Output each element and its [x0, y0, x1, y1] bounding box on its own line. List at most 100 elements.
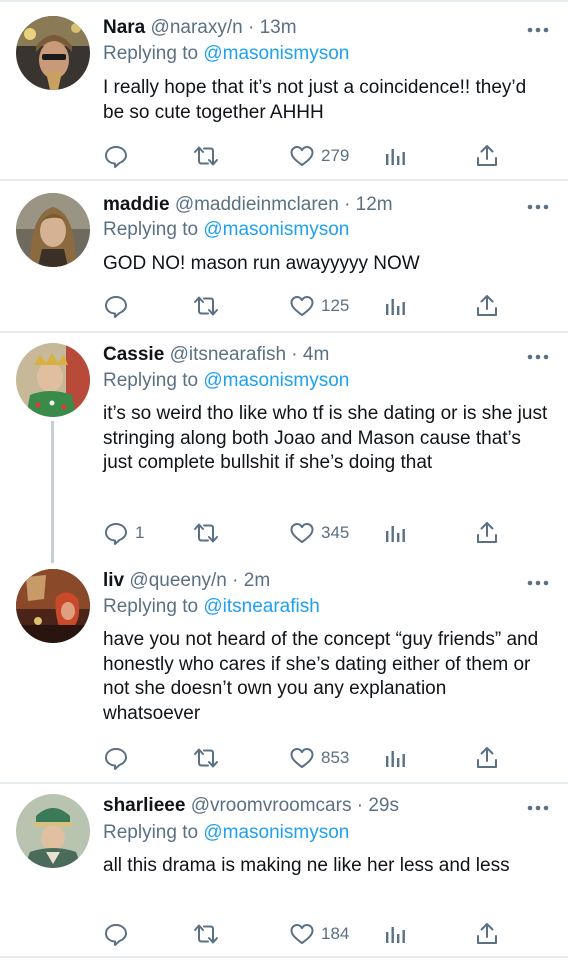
retweet-button[interactable] — [191, 920, 227, 948]
user-handle[interactable]: @naraxy/n — [151, 17, 243, 38]
action-bar: 279 — [103, 142, 523, 170]
reply-button[interactable] — [103, 292, 135, 320]
reply-icon — [105, 146, 127, 168]
reply-icon — [105, 748, 127, 770]
reply-tweet[interactable]: sharlieee @vroomvroomcars · 29s Replying… — [0, 784, 568, 960]
user-handle[interactable]: @itsnearafish — [170, 344, 286, 365]
replying-to: Replying to @masonismyson — [103, 369, 349, 393]
tweet-header: maddie @maddieinmclaren · 12m — [103, 193, 393, 217]
more-icon[interactable] — [524, 798, 552, 818]
reply-icon — [105, 296, 127, 318]
retweet-icon — [194, 748, 218, 768]
avatar[interactable] — [16, 569, 90, 643]
share-icon — [477, 145, 497, 166]
user-handle[interactable]: @queeny/n — [129, 570, 226, 591]
action-bar: 125 — [103, 292, 523, 320]
mention-link[interactable]: @masonismyson — [203, 370, 349, 391]
display-name[interactable]: Nara — [103, 17, 145, 38]
analytics-button[interactable] — [383, 744, 407, 772]
mention-link[interactable]: @masonismyson — [203, 43, 349, 64]
timestamp[interactable]: 12m — [356, 194, 393, 215]
replying-to-label: Replying to — [103, 370, 199, 391]
retweet-button[interactable] — [191, 744, 227, 772]
replying-to: Replying to @masonismyson — [103, 218, 349, 242]
like-button[interactable]: 345 — [289, 519, 349, 547]
retweet-icon — [194, 924, 218, 944]
analytics-icon — [386, 927, 405, 943]
retweet-icon — [194, 296, 218, 316]
more-icon[interactable] — [524, 347, 552, 367]
display-name[interactable]: liv — [103, 570, 124, 591]
separator-dot: · — [356, 795, 364, 816]
replying-to: Replying to @masonismyson — [103, 42, 349, 66]
avatar[interactable] — [16, 16, 90, 90]
retweet-button[interactable] — [191, 142, 227, 170]
like-icon — [290, 748, 314, 768]
reply-button[interactable] — [103, 920, 135, 948]
timestamp[interactable]: 13m — [260, 17, 297, 38]
like-button[interactable]: 184 — [289, 920, 349, 948]
like-icon — [290, 146, 314, 166]
avatar[interactable] — [16, 343, 90, 417]
timestamp[interactable]: 2m — [244, 570, 270, 591]
tweet-text: GOD NO! mason run awayyyyy NOW — [103, 253, 420, 274]
timestamp[interactable]: 4m — [303, 344, 329, 365]
analytics-button[interactable] — [383, 519, 407, 547]
like-count: 125 — [321, 296, 350, 315]
like-count: 345 — [321, 523, 350, 542]
tweet-text: have you not heard of the concept “guy f… — [103, 629, 539, 724]
reply-icon — [105, 523, 127, 545]
display-name[interactable]: Cassie — [103, 344, 164, 365]
tweet-header: Cassie @itsnearafish · 4m — [103, 343, 329, 367]
analytics-icon — [386, 751, 405, 767]
mention-link[interactable]: @itsnearafish — [203, 596, 319, 617]
analytics-button[interactable] — [383, 292, 407, 320]
like-count: 184 — [321, 924, 350, 943]
reply-tweet[interactable]: Nara @naraxy/n · 13m Replying to @masoni… — [0, 0, 568, 180]
separator-dot: · — [247, 17, 255, 38]
like-count: 279 — [321, 146, 350, 165]
reply-button[interactable]: 1 — [103, 519, 144, 547]
tweet-text: all this drama is making ne like her les… — [103, 855, 510, 876]
mention-link[interactable]: @masonismyson — [203, 219, 349, 240]
like-count: 853 — [321, 748, 350, 767]
reply-tweet[interactable]: maddie @maddieinmclaren · 12m Replying t… — [0, 181, 568, 331]
analytics-button[interactable] — [383, 142, 407, 170]
share-button[interactable] — [475, 292, 499, 320]
separator-dot: · — [232, 570, 239, 591]
display-name[interactable]: sharlieee — [103, 795, 185, 816]
user-handle[interactable]: @maddieinmclaren — [175, 194, 339, 215]
separator-dot: · — [344, 194, 351, 215]
mention-link[interactable]: @masonismyson — [203, 822, 349, 843]
reply-button[interactable] — [103, 744, 135, 772]
share-button[interactable] — [475, 142, 499, 170]
reply-button[interactable] — [103, 142, 135, 170]
more-icon[interactable] — [524, 20, 552, 40]
avatar[interactable] — [16, 193, 90, 267]
reply-tweet[interactable]: liv @queeny/n · 2m Replying to @itsneara… — [0, 563, 568, 782]
like-icon — [290, 296, 314, 316]
share-button[interactable] — [475, 920, 499, 948]
share-icon — [477, 923, 497, 944]
tweet-header: sharlieee @vroomvroomcars · 29s — [103, 794, 399, 818]
avatar[interactable] — [16, 794, 90, 868]
like-button[interactable]: 279 — [289, 142, 349, 170]
action-bar: 184 — [103, 920, 523, 948]
like-button[interactable]: 853 — [289, 744, 349, 772]
retweet-button[interactable] — [191, 292, 227, 320]
replying-to: Replying to @masonismyson — [103, 821, 349, 845]
retweet-button[interactable] — [191, 519, 227, 547]
more-icon[interactable] — [524, 197, 552, 217]
more-icon[interactable] — [524, 573, 552, 593]
display-name[interactable]: maddie — [103, 194, 170, 215]
share-button[interactable] — [475, 519, 499, 547]
share-button[interactable] — [475, 744, 499, 772]
reply-tweet[interactable]: Cassie @itsnearafish · 4m Replying to @m… — [0, 333, 568, 563]
analytics-icon — [386, 149, 405, 165]
like-button[interactable]: 125 — [289, 292, 349, 320]
tweet-text: I really hope that it’s not just a coinc… — [103, 77, 527, 123]
analytics-button[interactable] — [383, 920, 407, 948]
action-bar: 1 345 — [103, 519, 523, 547]
user-handle[interactable]: @vroomvroomcars — [191, 795, 352, 816]
timestamp[interactable]: 29s — [368, 795, 399, 816]
